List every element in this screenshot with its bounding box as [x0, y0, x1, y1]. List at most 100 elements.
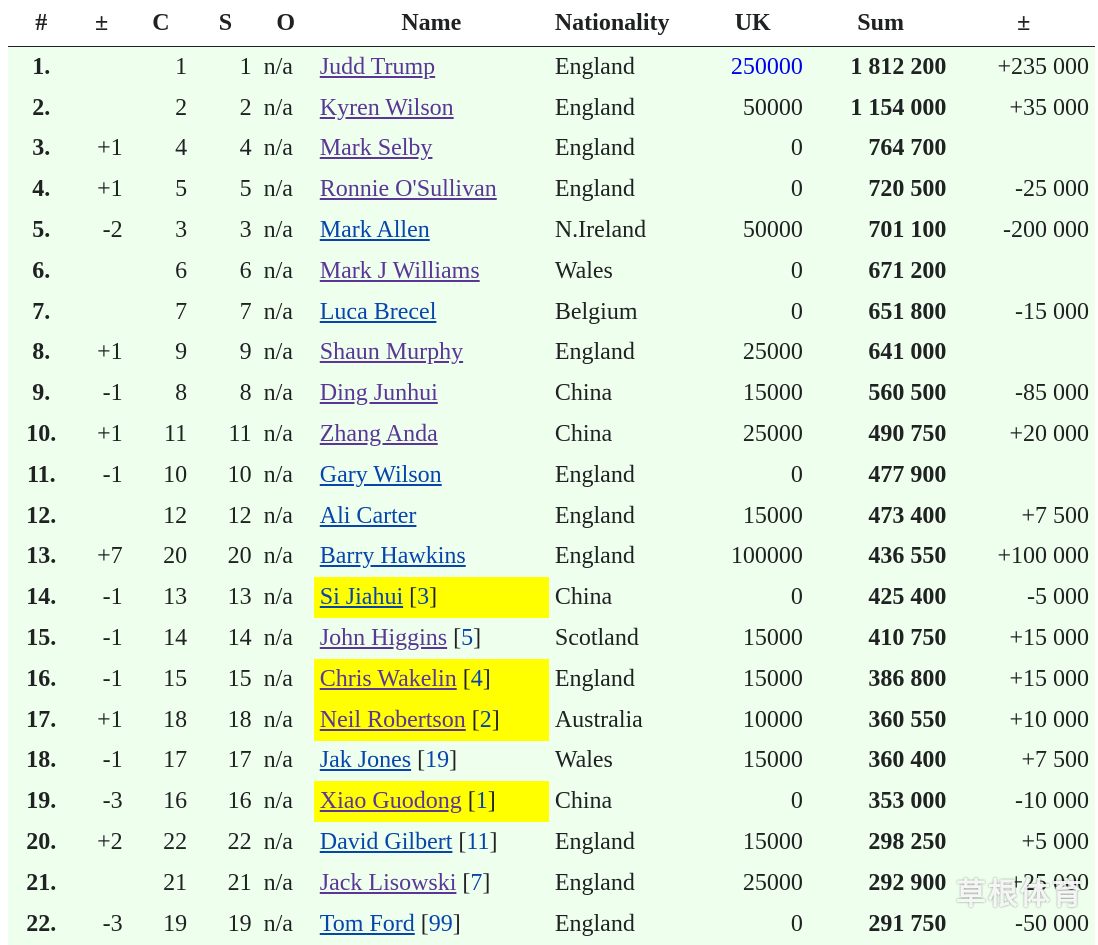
player-link[interactable]: Neil Robertson: [320, 707, 466, 733]
uk-points-value: 15000: [742, 502, 803, 529]
table-row: 9. -1 8 8 n/a Ding Junhui China 15000 560 500 -85…: [8, 373, 1095, 415]
s-cell: 18: [193, 699, 258, 741]
uk-points-cell: 0: [696, 291, 809, 333]
player-link[interactable]: Gary Wilson: [320, 462, 442, 488]
seed-reference-link[interactable]: 19: [425, 747, 449, 773]
uk-points-cell: 25000: [696, 332, 809, 374]
header-c[interactable]: C: [128, 0, 194, 47]
player-link[interactable]: Ronnie O'Sullivan: [320, 176, 497, 202]
player-link[interactable]: Mark Selby: [320, 135, 433, 161]
s-cell: 10: [193, 454, 258, 496]
change-cell: -1: [74, 577, 129, 619]
player-link[interactable]: Luca Brecel: [320, 299, 437, 325]
uk-points-value: 0: [790, 176, 803, 203]
table-row: 14. -1 13 13 n/a Si Jiahui [3] China 0 425 400 -5…: [8, 577, 1095, 619]
table-body: 1. 1 1 n/a Judd Trump England 250000 1 812 200 +…: [8, 46, 1095, 945]
player-link[interactable]: Mark J Williams: [320, 258, 480, 284]
c-cell: 15: [128, 658, 194, 700]
player-link[interactable]: Judd Trump: [320, 54, 435, 80]
seed-reference-link[interactable]: 99: [429, 911, 453, 937]
player-link[interactable]: Tom Ford: [320, 911, 415, 937]
sum-cell: 701 100: [808, 210, 953, 251]
watermark: 草根体育: [956, 877, 1084, 912]
change-cell: -1: [74, 740, 129, 782]
o-cell: n/a: [257, 87, 314, 129]
player-link[interactable]: Xiao Guodong: [320, 788, 462, 814]
diff-cell: +35 000: [952, 87, 1095, 129]
seed-reference-link[interactable]: 5: [461, 625, 473, 651]
c-cell: 4: [128, 128, 194, 170]
uk-points-value: 0: [790, 298, 803, 325]
diff-cell: -5 000: [952, 577, 1095, 619]
player-link[interactable]: Barry Hawkins: [320, 543, 466, 569]
player-name-cell: Ronnie O'Sullivan: [313, 169, 549, 211]
nationality-cell: Scotland: [548, 618, 697, 659]
header-s[interactable]: S: [193, 0, 258, 47]
header-sum[interactable]: Sum: [808, 0, 953, 47]
header-uk[interactable]: UK: [696, 0, 809, 47]
uk-points-value: 100000: [730, 543, 803, 570]
table-row: 11. -1 10 10 n/a Gary Wilson England 0 477 900: [8, 454, 1095, 496]
header-nationality[interactable]: Nationality: [548, 0, 697, 47]
sum-cell: 292 900: [808, 862, 953, 904]
seed-reference-link[interactable]: 7: [470, 870, 482, 896]
nationality-cell: China: [548, 781, 697, 823]
sum-cell: 490 750: [808, 414, 953, 455]
player-link[interactable]: Chris Wakelin: [320, 666, 457, 692]
seed-reference-link[interactable]: 4: [471, 666, 483, 692]
diff-cell: +20 000: [952, 414, 1095, 455]
c-cell: 22: [128, 822, 194, 863]
o-cell: n/a: [257, 495, 314, 537]
header-change[interactable]: ±: [74, 0, 129, 47]
nationality-cell: China: [548, 373, 697, 415]
uk-points-cell: 0: [696, 903, 809, 945]
table-header: # ± C S O Name Nationality UK Sum ±: [8, 0, 1095, 47]
change-cell: [74, 87, 129, 129]
o-cell: n/a: [257, 903, 314, 945]
player-link[interactable]: Mark Allen: [320, 217, 430, 243]
nationality-cell: China: [548, 414, 697, 455]
o-cell: n/a: [257, 454, 314, 496]
uk-points-value: 25000: [742, 339, 803, 366]
player-link[interactable]: Shaun Murphy: [320, 339, 463, 365]
sum-cell: 425 400: [808, 577, 953, 619]
sum-cell: 353 000: [808, 781, 953, 823]
uk-points-value: 25000: [742, 421, 803, 448]
header-name[interactable]: Name: [313, 0, 549, 47]
seed-reference-link[interactable]: 2: [480, 707, 492, 733]
change-cell: [74, 495, 129, 537]
player-link[interactable]: Jak Jones: [320, 747, 411, 773]
uk-points-cell: 15000: [696, 373, 809, 415]
o-cell: n/a: [257, 740, 314, 782]
c-cell: 10: [128, 454, 194, 496]
uk-points-cell: 0: [696, 250, 809, 292]
player-name-cell: Jack Lisowski [7]: [313, 862, 549, 904]
player-link[interactable]: Ali Carter: [320, 503, 417, 529]
player-name-cell: John Higgins [5]: [313, 618, 549, 659]
uk-points-link[interactable]: 250000: [731, 54, 803, 80]
change-cell: +1: [74, 128, 129, 170]
s-cell: 12: [193, 495, 258, 537]
c-cell: 16: [128, 781, 194, 823]
seed-reference-link[interactable]: 3: [417, 584, 429, 610]
s-cell: 2: [193, 87, 258, 129]
rank-cell: 5.: [8, 210, 75, 251]
player-link[interactable]: Kyren Wilson: [320, 95, 454, 121]
sum-cell: 360 400: [808, 740, 953, 782]
player-link[interactable]: Si Jiahui: [320, 584, 403, 610]
diff-cell: +7 500: [952, 495, 1095, 537]
player-name-cell: Si Jiahui [3]: [313, 577, 549, 619]
header-o[interactable]: O: [257, 0, 314, 47]
seed-reference-link[interactable]: 11: [466, 829, 489, 855]
rank-cell: 2.: [8, 87, 75, 129]
uk-points-cell: 15000: [696, 740, 809, 782]
player-link[interactable]: Jack Lisowski: [320, 870, 457, 896]
s-cell: 11: [193, 414, 258, 455]
player-link[interactable]: Zhang Anda: [320, 421, 438, 447]
header-diff[interactable]: ±: [952, 0, 1095, 47]
player-link[interactable]: David Gilbert: [320, 829, 453, 855]
player-link[interactable]: Ding Junhui: [320, 380, 438, 406]
player-link[interactable]: John Higgins: [320, 625, 447, 651]
header-rank[interactable]: #: [8, 0, 75, 47]
seed-reference-link[interactable]: 1: [476, 788, 488, 814]
